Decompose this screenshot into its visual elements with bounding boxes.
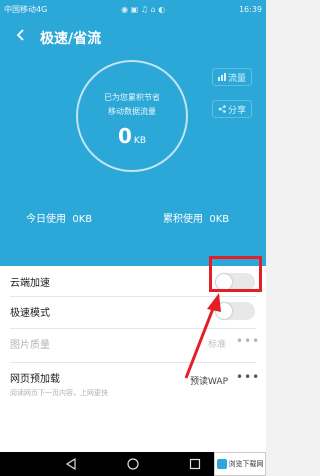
setting-page-preload[interactable]: 网页预加载 阅读网页下一页内容，上网更快 预读WAP ••• (0, 362, 266, 410)
settings-list: 云端加速 极速模式 图片质量 标准 ••• 网页预加载 阅读网页下一页内容，上网… (0, 266, 266, 452)
setting-image-quality[interactable]: 图片质量 标准 ••• (0, 328, 266, 358)
watermark-text: 浏览下载网 (228, 460, 264, 468)
page-title: 极速/省流 (40, 31, 102, 47)
chart-icon (217, 73, 226, 81)
triangle-back-icon (65, 458, 76, 470)
savings-number: 0 (118, 124, 132, 148)
share-icon (218, 105, 226, 113)
image-quality-value: 标准 (208, 340, 227, 350)
today-usage-label: 今日使用 (26, 214, 66, 225)
page-preload-value: 预读WAP (190, 377, 228, 387)
status-bar: 中国移动4G ◉ ▣ ♫ ⌂ ◐ 16:39 (0, 0, 266, 18)
savings-unit: KB (133, 136, 146, 146)
speed-header: 极速/省流 流量 分享 已为您累积节省 移动数据流量 0 KB 今日使用 0KB … (0, 18, 266, 266)
turbo-mode-toggle[interactable] (215, 302, 255, 320)
toggle-knob (216, 303, 232, 319)
carrier-label: 中国移动4G (4, 4, 48, 14)
watermark-logo-icon (216, 459, 227, 469)
today-usage: 今日使用 0KB (26, 210, 92, 225)
nav-home-button[interactable] (125, 456, 141, 472)
image-quality-more-icon[interactable]: ••• (236, 334, 260, 348)
total-usage-value: 0KB (209, 214, 230, 225)
page-preload-description: 阅读网页下一页内容，上网更快 (10, 389, 108, 397)
watermark-badge: 浏览下载网 (214, 452, 266, 476)
savings-circle: 已为您累积节省 移动数据流量 0 KB (76, 60, 188, 172)
clock: 16:39 (238, 4, 262, 14)
status-icons: ◉ ▣ ♫ ⌂ ◐ (121, 4, 166, 14)
highlight-box (209, 256, 262, 292)
share-button[interactable]: 分享 (212, 100, 252, 118)
savings-line2: 移动数据流量 (108, 107, 156, 116)
square-recents-icon (189, 458, 201, 470)
total-usage: 累积使用 0KB (163, 210, 229, 225)
chevron-left-icon (16, 29, 24, 41)
image-quality-label: 图片质量 (10, 340, 50, 351)
share-button-label: 分享 (227, 105, 246, 116)
back-button[interactable] (10, 26, 32, 48)
today-usage-value: 0KB (72, 214, 93, 225)
page-preload-more-icon[interactable]: ••• (236, 370, 260, 384)
cloud-accel-label: 云端加速 (10, 278, 50, 289)
page-preload-label: 网页预加载 (10, 374, 60, 385)
total-usage-label: 累积使用 (163, 214, 203, 225)
circle-home-icon (127, 458, 139, 470)
setting-turbo-mode: 极速模式 (0, 296, 266, 326)
savings-line1: 已为您累积节省 (104, 93, 160, 102)
turbo-mode-label: 极速模式 (10, 308, 50, 319)
nav-recents-button[interactable] (187, 456, 203, 472)
traffic-button-label: 流量 (227, 73, 246, 84)
traffic-button[interactable]: 流量 (212, 68, 252, 86)
savings-value: 0 KB (78, 124, 186, 148)
nav-back-button[interactable] (63, 456, 79, 472)
